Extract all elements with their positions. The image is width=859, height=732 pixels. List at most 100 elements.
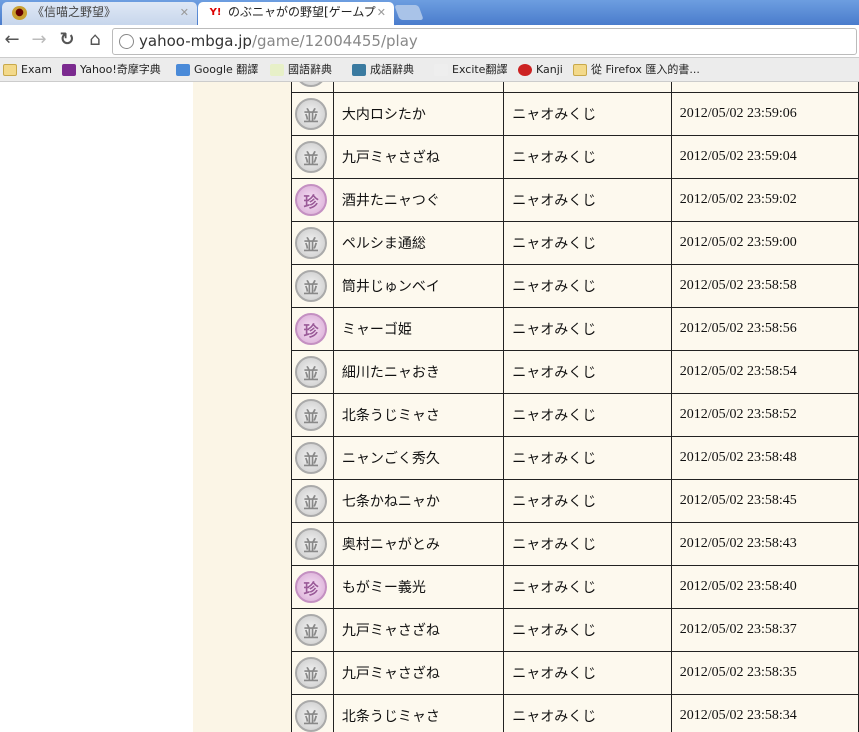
draw-type: ニャオみくじ — [503, 479, 672, 523]
globe-icon — [119, 34, 134, 49]
draw-type: ニャオみくじ — [503, 221, 672, 265]
excite-icon — [434, 64, 448, 76]
reload-icon[interactable]: ↻ — [56, 29, 78, 50]
card-name: 九戸ミャさざね — [332, 651, 505, 695]
draw-type: ニャオみくじ — [503, 264, 672, 308]
draw-type: ニャオみくじ — [503, 350, 672, 394]
draw-time: 2012/05/02 23:58:48 — [670, 436, 859, 480]
close-tab-icon[interactable]: ✕ — [377, 2, 386, 23]
address-bar[interactable]: yahoo-mbga.jp/game/12004455/play — [112, 28, 857, 55]
draw-type: ニャオみくじ — [503, 393, 672, 437]
card-name: 九戸ミャさざね — [332, 135, 505, 179]
dictionary-icon — [352, 64, 366, 76]
bookmark-firefox-import[interactable]: 從 Firefox 匯入的書... — [573, 58, 700, 81]
rare-rank-icon: 珍 — [295, 184, 327, 216]
normal-rank-icon: 並 — [295, 82, 327, 87]
folder-icon — [3, 64, 17, 76]
table-row: 並 九戸ミャさざね ニャオみくじ 2012/05/02 23:58:37 — [291, 608, 859, 652]
normal-rank-icon: 並 — [295, 270, 327, 302]
forward-icon[interactable]: → — [28, 29, 50, 50]
crest-icon: ● — [12, 6, 27, 20]
table-row: 並 九戸ミャさざね ニャオみくじ 2012/05/02 23:58:35 — [291, 651, 859, 695]
draw-time: 2012/05/02 23:58:52 — [670, 393, 859, 437]
draw-time: 2012/05/02 23:59:02 — [670, 178, 859, 222]
card-name: もがミー義光 — [332, 565, 505, 609]
card-name: 北条うじミャさ — [332, 694, 505, 732]
table-row: 並 筒井じゅンベイ ニャオみくじ 2012/05/02 23:58:58 — [291, 264, 859, 308]
bookmark-exam[interactable]: Exam — [3, 58, 52, 81]
rank-cell: 並 — [291, 522, 334, 566]
table-row: 珍 酒井たニャつぐ ニャオみくじ 2012/05/02 23:59:02 — [291, 178, 859, 222]
rank-cell: 並 — [291, 479, 334, 523]
rank-cell: 珍 — [291, 565, 334, 609]
draw-time: 2012/05/02 23:58:40 — [670, 565, 859, 609]
dictionary-icon — [270, 64, 284, 76]
draw-time: 2012/05/02 23:58:37 — [670, 608, 859, 652]
draw-type: ニャオみくじ — [503, 565, 672, 609]
draw-type: ニャオみくじ — [503, 522, 672, 566]
card-name: 北条うじミャさ — [332, 393, 505, 437]
draw-type: ニャオみくじ — [503, 178, 672, 222]
draw-time: 2012/05/02 23:58:34 — [670, 694, 859, 732]
tab-game-active[interactable]: Y! のぶニャがの野望[ゲームプ ✕ — [198, 2, 394, 25]
draw-type: ニャオみくじ — [503, 307, 672, 351]
rank-cell: 並 — [291, 608, 334, 652]
card-name: 筒井じゅンベイ — [332, 264, 505, 308]
page-content: 並 並 大内ロシたか ニャオみくじ 2012/05/02 23:59:06並 九… — [0, 82, 859, 732]
rank-cell: 珍 — [291, 307, 334, 351]
bookmark-excite[interactable]: Excite翻譯 — [434, 58, 507, 81]
rank-cell: 並 — [291, 694, 334, 732]
draw-time: 2012/05/02 23:59:06 — [670, 92, 859, 136]
card-name: ペルシま通総 — [332, 221, 505, 265]
bookmark-kanji[interactable]: Kanji — [518, 58, 563, 81]
bookmark-idiom-dict[interactable]: 成語辭典 — [352, 58, 414, 81]
bookmarks-bar: Exam Yahoo!奇摩字典 Google 翻譯 國語辭典 成語辭典 Exci… — [0, 58, 859, 82]
new-tab-button[interactable] — [394, 5, 424, 20]
rank-cell: 並 — [291, 436, 334, 480]
card-name: 酒井たニャつぐ — [332, 178, 505, 222]
tab-strip: ● 《信喵之野望》 ✕ Y! のぶニャがの野望[ゲームプ ✕ — [0, 0, 859, 25]
card-name: 九戸ミャさざね — [332, 608, 505, 652]
draw-time — [670, 82, 859, 93]
table-row: 並 奥村ニャがとみ ニャオみくじ 2012/05/02 23:58:43 — [291, 522, 859, 566]
normal-rank-icon: 並 — [295, 614, 327, 646]
draw-history-table: 並 並 大内ロシたか ニャオみくじ 2012/05/02 23:59:06並 九… — [291, 82, 859, 732]
draw-type: ニャオみくじ — [503, 92, 672, 136]
rare-rank-icon: 珍 — [295, 313, 327, 345]
table-row: 並 北条うじミャさ ニャオみくじ 2012/05/02 23:58:52 — [291, 393, 859, 437]
draw-type: ニャオみくじ — [503, 135, 672, 179]
draw-type: ニャオみくじ — [503, 694, 672, 732]
rank-cell: 並 — [291, 135, 334, 179]
bookmark-yahoo-dict[interactable]: Yahoo!奇摩字典 — [62, 58, 161, 81]
table-row: 並 細川たニャおき ニャオみくじ 2012/05/02 23:58:54 — [291, 350, 859, 394]
normal-rank-icon: 並 — [295, 485, 327, 517]
card-name — [332, 82, 505, 93]
draw-type: ニャオみくじ — [503, 651, 672, 695]
normal-rank-icon: 並 — [295, 657, 327, 689]
draw-time: 2012/05/02 23:58:43 — [670, 522, 859, 566]
card-name: ミャーゴ姫 — [332, 307, 505, 351]
rank-cell: 並 — [291, 350, 334, 394]
normal-rank-icon: 並 — [295, 98, 327, 130]
home-icon[interactable]: ⌂ — [84, 29, 106, 50]
toolbar: ← → ↻ ⌂ yahoo-mbga.jp/game/12004455/play — [0, 25, 859, 58]
bookmark-google-translate[interactable]: Google 翻譯 — [176, 58, 258, 81]
normal-rank-icon: 並 — [295, 700, 327, 732]
tab-nobunyaga[interactable]: ● 《信喵之野望》 ✕ — [2, 2, 197, 25]
draw-time: 2012/05/02 23:58:45 — [670, 479, 859, 523]
close-tab-icon[interactable]: ✕ — [180, 2, 189, 23]
draw-type — [503, 82, 672, 93]
normal-rank-icon: 並 — [295, 141, 327, 173]
bookmark-mandarin-dict[interactable]: 國語辭典 — [270, 58, 332, 81]
rare-rank-icon: 珍 — [295, 571, 327, 603]
card-name: 七条かねニャか — [332, 479, 505, 523]
yahoo-icon: Y! — [209, 7, 222, 18]
normal-rank-icon: 並 — [295, 528, 327, 560]
rank-cell: 並 — [291, 651, 334, 695]
draw-time: 2012/05/02 23:58:54 — [670, 350, 859, 394]
normal-rank-icon: 並 — [295, 399, 327, 431]
table-row: 並 北条うじミャさ ニャオみくじ 2012/05/02 23:58:34 — [291, 694, 859, 732]
rank-cell: 珍 — [291, 178, 334, 222]
back-icon[interactable]: ← — [1, 29, 23, 50]
rank-cell: 並 — [291, 82, 334, 93]
